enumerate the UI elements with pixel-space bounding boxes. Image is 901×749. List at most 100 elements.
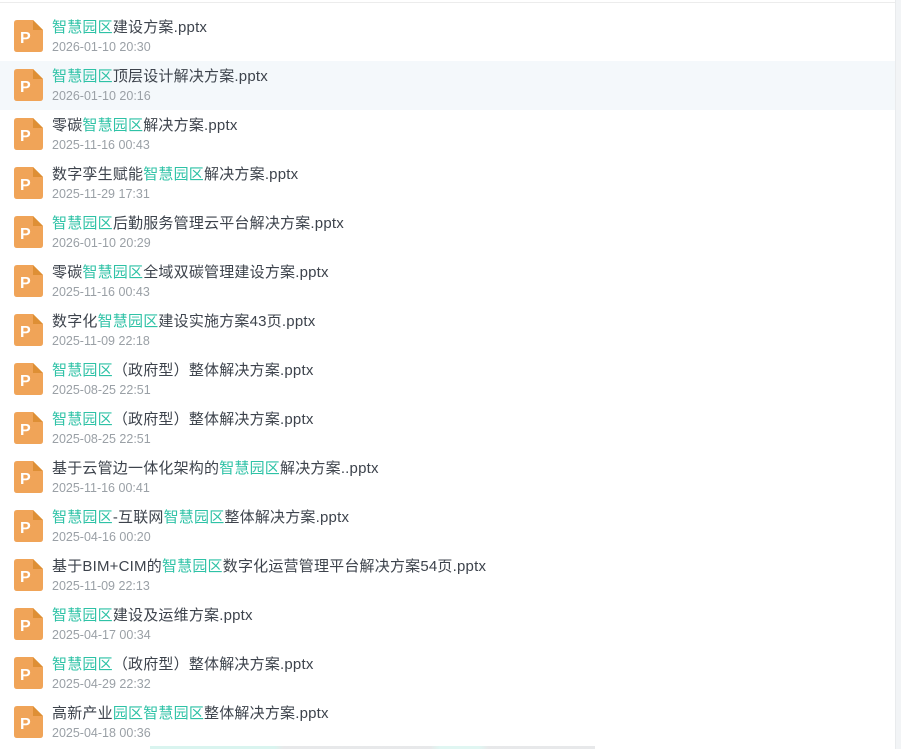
search-results-page: P 智慧园区建设方案.pptx 2026-01-10 20:30 P 智慧园区顶… xyxy=(0,0,901,749)
pptx-icon-letter: P xyxy=(20,520,31,537)
pptx-icon-letter: P xyxy=(20,79,31,96)
file-timestamp: 2026-01-10 20:29 xyxy=(52,235,344,251)
pptx-file-icon: P xyxy=(14,461,43,493)
file-timestamp: 2025-04-16 00:20 xyxy=(52,529,349,545)
pptx-icon-letter: P xyxy=(20,471,31,488)
file-text-block: 智慧园区（政府型）整体解决方案.pptx 2025-04-29 22:32 xyxy=(52,655,314,692)
pptx-icon-letter: P xyxy=(20,177,31,194)
title-keyword-highlight: 智慧园区 xyxy=(219,460,280,477)
title-text: 基于BIM+CIM的 xyxy=(52,558,162,575)
pptx-file-icon: P xyxy=(14,608,43,640)
file-text-block: 零碳智慧园区全域双碳管理建设方案.pptx 2025-11-16 00:43 xyxy=(52,263,329,300)
file-title[interactable]: 智慧园区（政府型）整体解决方案.pptx xyxy=(52,655,314,675)
file-title[interactable]: 智慧园区建设方案.pptx xyxy=(52,18,207,38)
file-text-block: 智慧园区（政府型）整体解决方案.pptx 2025-08-25 22:51 xyxy=(52,410,314,447)
file-title[interactable]: 基于云管边一体化架构的智慧园区解决方案..pptx xyxy=(52,459,379,479)
file-list-item[interactable]: P 基于云管边一体化架构的智慧园区解决方案..pptx 2025-11-16 0… xyxy=(0,453,895,502)
file-list-item[interactable]: P 智慧园区-互联网智慧园区整体解决方案.pptx 2025-04-16 00:… xyxy=(0,502,895,551)
title-text: （政府型）整体解决方案.pptx xyxy=(113,362,314,379)
file-timestamp: 2025-11-16 00:43 xyxy=(52,137,238,153)
title-text: 数字化运营管理平台解决方案54页.pptx xyxy=(223,558,486,575)
file-text-block: 基于云管边一体化架构的智慧园区解决方案..pptx 2025-11-16 00:… xyxy=(52,459,379,496)
file-list-item[interactable]: P 数字孪生赋能智慧园区解决方案.pptx 2025-11-29 17:31 xyxy=(0,159,895,208)
pptx-file-icon: P xyxy=(14,706,43,738)
file-list-item[interactable]: P 零碳智慧园区全域双碳管理建设方案.pptx 2025-11-16 00:43 xyxy=(0,257,895,306)
file-text-block: 智慧园区（政府型）整体解决方案.pptx 2025-08-25 22:51 xyxy=(52,361,314,398)
file-title[interactable]: 智慧园区后勤服务管理云平台解决方案.pptx xyxy=(52,214,344,234)
file-title[interactable]: 智慧园区（政府型）整体解决方案.pptx xyxy=(52,410,314,430)
title-keyword-highlight: 智慧园区 xyxy=(52,509,113,526)
file-text-block: 高新产业园区智慧园区整体解决方案.pptx 2025-04-18 00:36 xyxy=(52,704,329,741)
file-text-block: 基于BIM+CIM的智慧园区数字化运营管理平台解决方案54页.pptx 2025… xyxy=(52,557,486,594)
pptx-file-icon: P xyxy=(14,20,43,52)
title-keyword-highlight: 智慧园区 xyxy=(82,117,143,134)
title-text: 数字孪生赋能 xyxy=(52,166,143,183)
file-list-item[interactable]: P 智慧园区后勤服务管理云平台解决方案.pptx 2026-01-10 20:2… xyxy=(0,208,895,257)
title-text: 建设及运维方案.pptx xyxy=(113,607,253,624)
title-text: 零碳 xyxy=(52,264,82,281)
file-list-item[interactable]: P 智慧园区顶层设计解决方案.pptx 2026-01-10 20:16 xyxy=(0,61,895,110)
file-timestamp: 2025-11-09 22:18 xyxy=(52,333,315,349)
file-list-item[interactable]: P 高新产业园区智慧园区整体解决方案.pptx 2025-04-18 00:36 xyxy=(0,698,895,747)
title-text: （政府型）整体解决方案.pptx xyxy=(113,656,314,673)
pptx-file-icon: P xyxy=(14,510,43,542)
file-title[interactable]: 零碳智慧园区全域双碳管理建设方案.pptx xyxy=(52,263,329,283)
pptx-file-icon: P xyxy=(14,118,43,150)
pptx-file-icon: P xyxy=(14,412,43,444)
title-text: 数字化 xyxy=(52,313,98,330)
title-keyword-highlight: 智慧园区 xyxy=(52,215,113,232)
file-list: P 智慧园区建设方案.pptx 2026-01-10 20:30 P 智慧园区顶… xyxy=(0,0,895,747)
file-title[interactable]: 智慧园区顶层设计解决方案.pptx xyxy=(52,67,268,87)
title-text: 整体解决方案.pptx xyxy=(204,705,329,722)
file-title[interactable]: 零碳智慧园区解决方案.pptx xyxy=(52,116,238,136)
pptx-icon-letter: P xyxy=(20,618,31,635)
pptx-icon-letter: P xyxy=(20,128,31,145)
title-text: 顶层设计解决方案.pptx xyxy=(113,68,268,85)
pptx-file-icon: P xyxy=(14,265,43,297)
pptx-file-icon: P xyxy=(14,657,43,689)
pptx-icon-letter: P xyxy=(20,716,31,733)
file-timestamp: 2026-01-10 20:16 xyxy=(52,88,268,104)
title-keyword-highlight: 智慧园区 xyxy=(143,166,204,183)
title-keyword-highlight: 智慧园区 xyxy=(162,558,223,575)
file-title[interactable]: 智慧园区（政府型）整体解决方案.pptx xyxy=(52,361,314,381)
pptx-icon-letter: P xyxy=(20,373,31,390)
file-title[interactable]: 高新产业园区智慧园区整体解决方案.pptx xyxy=(52,704,329,724)
file-timestamp: 2025-04-29 22:32 xyxy=(52,676,314,692)
file-list-item[interactable]: P 智慧园区（政府型）整体解决方案.pptx 2025-08-25 22:51 xyxy=(0,355,895,404)
file-title[interactable]: 数字孪生赋能智慧园区解决方案.pptx xyxy=(52,165,298,185)
title-keyword-highlight: 智慧园区 xyxy=(164,509,225,526)
file-list-item[interactable]: P 基于BIM+CIM的智慧园区数字化运营管理平台解决方案54页.pptx 20… xyxy=(0,551,895,600)
file-list-item[interactable]: P 智慧园区（政府型）整体解决方案.pptx 2025-04-29 22:32 xyxy=(0,649,895,698)
pptx-icon-letter: P xyxy=(20,324,31,341)
file-text-block: 数字孪生赋能智慧园区解决方案.pptx 2025-11-29 17:31 xyxy=(52,165,298,202)
title-text: -互联网 xyxy=(113,509,164,526)
file-text-block: 智慧园区建设方案.pptx 2026-01-10 20:30 xyxy=(52,18,207,55)
file-text-block: 智慧园区-互联网智慧园区整体解决方案.pptx 2025-04-16 00:20 xyxy=(52,508,349,545)
title-keyword-highlight: 智慧园区 xyxy=(52,362,113,379)
title-text: 建设方案.pptx xyxy=(113,19,207,36)
title-text: 整体解决方案.pptx xyxy=(224,509,349,526)
file-title[interactable]: 智慧园区建设及运维方案.pptx xyxy=(52,606,253,626)
file-title[interactable]: 数字化智慧园区建设实施方案43页.pptx xyxy=(52,312,315,332)
pptx-file-icon: P xyxy=(14,216,43,248)
file-title[interactable]: 智慧园区-互联网智慧园区整体解决方案.pptx xyxy=(52,508,349,528)
file-list-item[interactable]: P 智慧园区建设及运维方案.pptx 2025-04-17 00:34 xyxy=(0,600,895,649)
file-list-item[interactable]: P 数字化智慧园区建设实施方案43页.pptx 2025-11-09 22:18 xyxy=(0,306,895,355)
file-timestamp: 2025-11-09 22:13 xyxy=(52,578,486,594)
file-list-item[interactable]: P 零碳智慧园区解决方案.pptx 2025-11-16 00:43 xyxy=(0,110,895,159)
file-timestamp: 2025-11-16 00:43 xyxy=(52,284,329,300)
title-text: 基于云管边一体化架构的 xyxy=(52,460,219,477)
title-text: （政府型）整体解决方案.pptx xyxy=(113,411,314,428)
pptx-file-icon: P xyxy=(14,363,43,395)
title-keyword-highlight: 智慧园区 xyxy=(52,411,113,428)
title-keyword-highlight: 智慧园区 xyxy=(52,68,113,85)
pptx-icon-letter: P xyxy=(20,30,31,47)
pptx-file-icon: P xyxy=(14,559,43,591)
file-list-item[interactable]: P 智慧园区建设方案.pptx 2026-01-10 20:30 xyxy=(0,12,895,61)
file-title[interactable]: 基于BIM+CIM的智慧园区数字化运营管理平台解决方案54页.pptx xyxy=(52,557,486,577)
title-text: 解决方案.pptx xyxy=(204,166,298,183)
scrollbar-track[interactable] xyxy=(895,0,901,749)
title-text: 解决方案..pptx xyxy=(280,460,379,477)
file-list-item[interactable]: P 智慧园区（政府型）整体解决方案.pptx 2025-08-25 22:51 xyxy=(0,404,895,453)
